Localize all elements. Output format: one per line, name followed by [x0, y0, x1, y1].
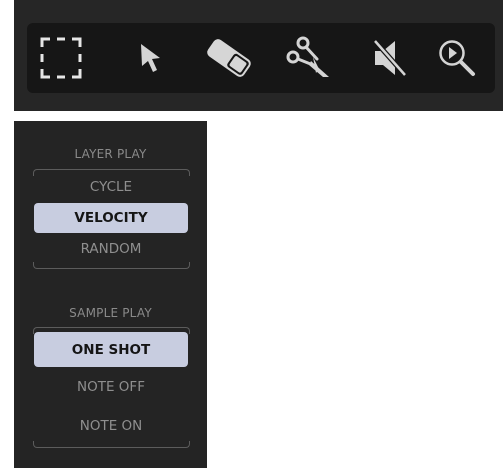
layer-play-option-cycle[interactable]: CYCLE [34, 172, 188, 202]
tool-toolbar [14, 0, 503, 111]
tool-toolbar-inner [27, 23, 495, 93]
layer-play-option-velocity[interactable]: VELOCITY [34, 203, 188, 233]
audition-zoom-icon [439, 40, 475, 76]
audition-tool[interactable] [425, 23, 489, 93]
sample-play-option-note-on[interactable]: NOTE ON [34, 411, 188, 441]
layer-play-option-random[interactable]: RANDOM [34, 234, 188, 264]
scissors-tool[interactable] [277, 23, 341, 93]
play-mode-panel: LAYER PLAY CYCLE VELOCITY RANDOM SAMPLE … [14, 121, 207, 468]
marquee-select-icon [40, 37, 82, 79]
marquee-select-tool[interactable] [29, 23, 93, 93]
layer-play-bracket-bottom [33, 262, 190, 269]
eraser-icon [207, 39, 251, 77]
eraser-tool[interactable] [197, 23, 261, 93]
sample-play-label: SAMPLE PLAY [69, 306, 152, 320]
mute-speaker-icon [373, 39, 407, 77]
sample-play-bracket-bottom [33, 441, 190, 448]
sample-play-option-note-off[interactable]: NOTE OFF [34, 372, 188, 402]
scissors-icon [286, 36, 329, 77]
pointer-arrow-icon [141, 44, 160, 72]
pointer-tool[interactable] [119, 23, 183, 93]
mute-tool[interactable] [357, 23, 421, 93]
layer-play-label: LAYER PLAY [74, 147, 147, 161]
sample-play-option-one-shot[interactable]: ONE SHOT [34, 332, 188, 367]
